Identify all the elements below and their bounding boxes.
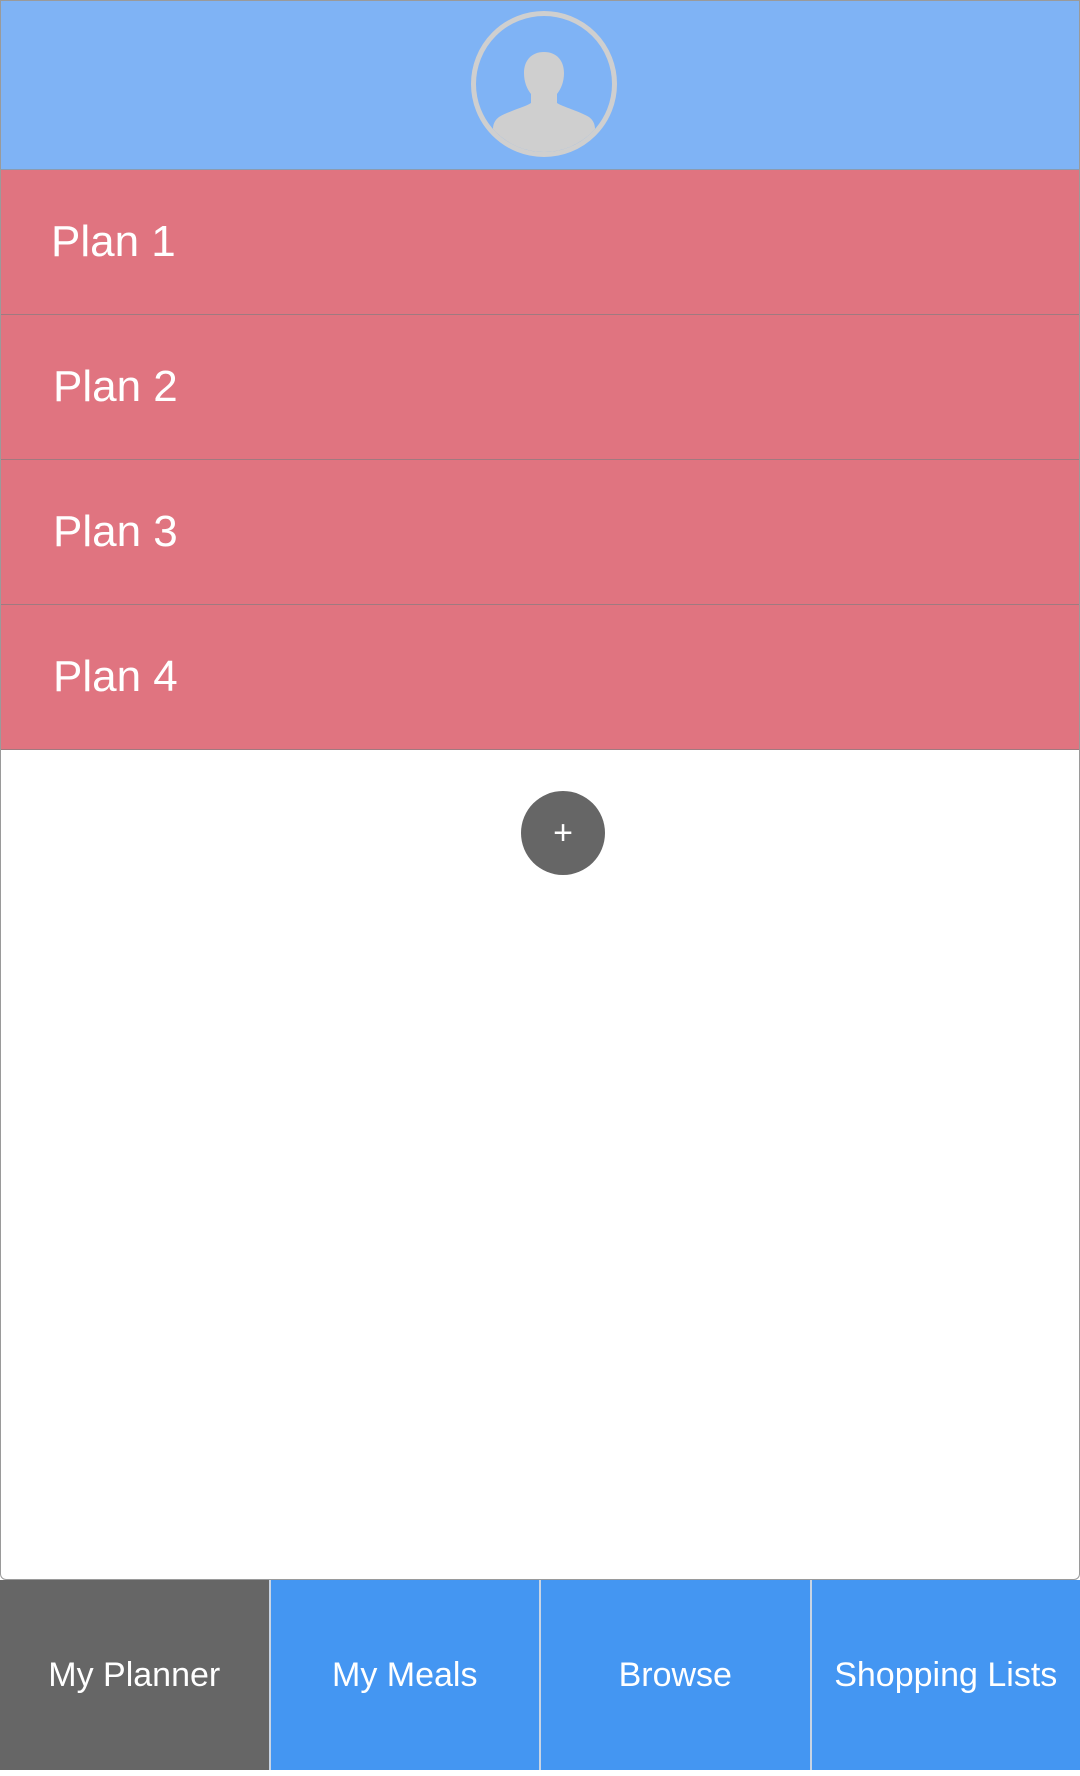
tab-label: Shopping Lists	[834, 1655, 1058, 1694]
plan-list: Plan 1 Plan 2 Plan 3 Plan 4	[1, 170, 1079, 750]
tab-my-meals[interactable]: My Meals	[270, 1580, 541, 1770]
content-frame: Plan 1 Plan 2 Plan 3 Plan 4 +	[0, 0, 1080, 1580]
plan-row-3[interactable]: Plan 3	[1, 460, 1079, 605]
plan-row-2[interactable]: Plan 2	[1, 315, 1079, 460]
tab-label: Browse	[618, 1655, 732, 1694]
plan-row-4[interactable]: Plan 4	[1, 605, 1079, 750]
app-root: Plan 1 Plan 2 Plan 3 Plan 4 + My Planner…	[0, 0, 1080, 1776]
add-plan-button[interactable]: +	[521, 791, 605, 875]
plan-label: Plan 4	[53, 652, 178, 701]
bottom-tab-bar: My Planner My Meals Browse Shopping List…	[0, 1580, 1080, 1770]
plus-icon: +	[553, 814, 573, 852]
tab-shopping-lists[interactable]: Shopping Lists	[811, 1580, 1080, 1770]
profile-header	[1, 1, 1079, 170]
plan-row-1[interactable]: Plan 1	[1, 170, 1079, 315]
tab-browse[interactable]: Browse	[541, 1580, 812, 1770]
tab-label: My Planner	[48, 1655, 221, 1694]
tab-label: My Meals	[332, 1655, 478, 1694]
tab-my-planner[interactable]: My Planner	[0, 1580, 271, 1770]
avatar-silhouette-icon	[493, 52, 595, 152]
plan-label: Plan 1	[51, 217, 176, 266]
plan-label: Plan 2	[53, 362, 178, 411]
user-avatar-icon[interactable]	[471, 11, 617, 157]
plan-label: Plan 3	[53, 507, 178, 556]
